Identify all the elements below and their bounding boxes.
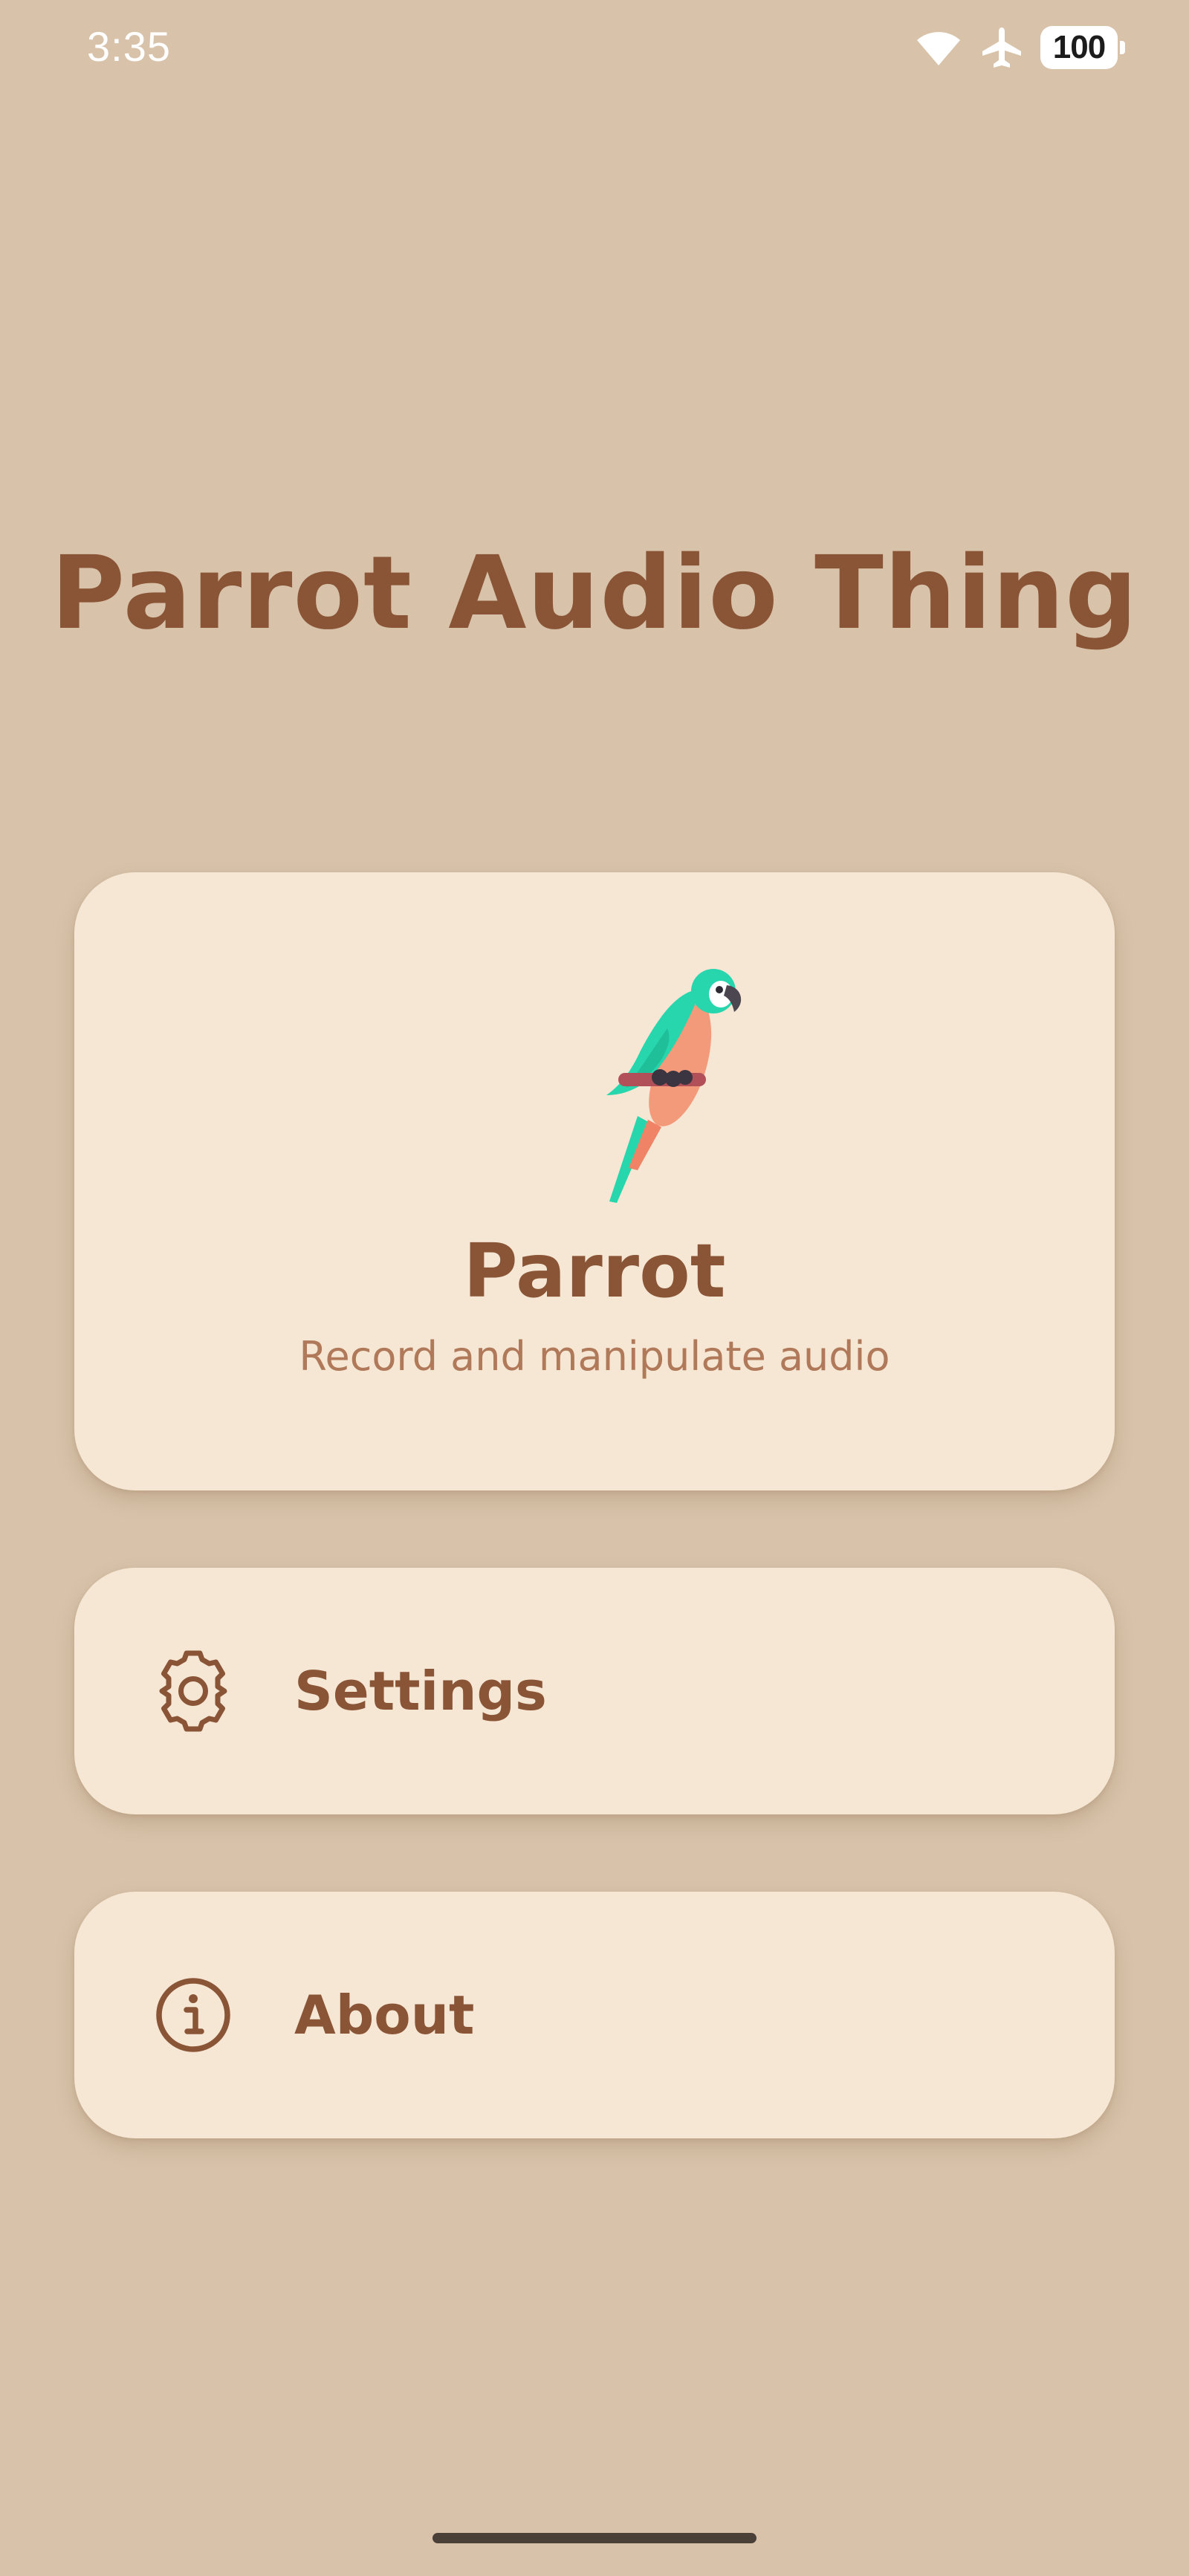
airplane-mode-icon [982, 27, 1021, 68]
home-indicator[interactable] [432, 2533, 757, 2543]
about-label: About [294, 1984, 475, 2046]
parrot-card-title: Parrot [463, 1227, 726, 1314]
status-icons: 100 [914, 21, 1125, 74]
gear-icon [159, 1650, 227, 1732]
wifi-icon [917, 32, 960, 65]
status-time: 3:35 [87, 23, 171, 70]
settings-card[interactable]: Settings [74, 1568, 1115, 1814]
status-bar: 3:35 100 [0, 0, 1189, 97]
parrot-illustration [606, 969, 742, 1203]
app-title: Parrot Audio Thing [51, 535, 1138, 652]
parrot-card[interactable]: Parrot Record and manipulate audio [74, 872, 1115, 1490]
about-card[interactable]: About [74, 1892, 1115, 2138]
info-icon [156, 1978, 230, 2052]
battery-cap [1120, 41, 1125, 54]
settings-label: Settings [294, 1660, 547, 1722]
battery-icon: 100 [1040, 26, 1125, 69]
battery-level: 100 [1052, 29, 1106, 65]
parrot-card-subtitle: Record and manipulate audio [299, 1333, 890, 1380]
